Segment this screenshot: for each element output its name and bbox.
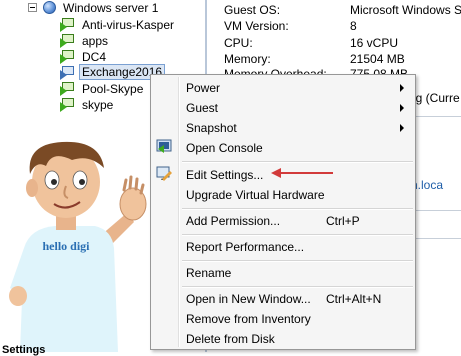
menu-item-add-permission[interactable]: Add Permission...	[186, 211, 280, 231]
memory-label: Memory:	[224, 52, 271, 66]
menu-item-report-performance[interactable]: Report Performance...	[186, 237, 304, 257]
host-label: Windows server 1	[63, 1, 159, 15]
menu-separator	[182, 208, 413, 210]
submenu-arrow-icon	[400, 104, 404, 112]
vm-icon	[60, 50, 75, 64]
vm-icon	[60, 18, 75, 32]
tree-vm-row[interactable]: apps	[60, 33, 200, 49]
mascot-shirt-text: hello digi	[42, 239, 90, 253]
menu-item-remove-from-inventory[interactable]: Remove from Inventory	[186, 309, 311, 329]
section-caption: Settings	[2, 344, 46, 356]
vm-label: Anti-virus-Kasper	[82, 18, 175, 32]
menu-item-delete-from-disk[interactable]: Delete from Disk	[186, 329, 275, 349]
vm-version-label: VM Version:	[224, 19, 289, 33]
vm-state-text: ng (Curre	[409, 91, 460, 105]
menu-item-edit-settings[interactable]: Edit Settings...	[186, 165, 263, 185]
vm-label: skype	[82, 98, 114, 112]
menu-item-open-console[interactable]: Open Console	[186, 138, 263, 158]
cpu-value: 16 vCPU	[350, 36, 399, 50]
edit-settings-icon	[156, 166, 172, 181]
vm-icon	[60, 82, 75, 96]
cpu-label: CPU:	[224, 36, 253, 50]
tree-vm-row[interactable]: DC4	[60, 49, 200, 65]
menu-item-snapshot[interactable]: Snapshot	[186, 118, 237, 138]
vm-context-menu: Power Guest Snapshot Open Console Edit S…	[150, 74, 416, 350]
tree-host-row[interactable]: Windows server 1	[28, 0, 198, 16]
vm-label: Pool-Skype	[82, 82, 144, 96]
tree-vm-row[interactable]: Anti-virus-Kasper	[60, 17, 200, 33]
vm-label: apps	[82, 34, 109, 48]
menu-item-open-new-window[interactable]: Open in New Window...	[186, 289, 311, 309]
menu-separator	[182, 260, 413, 262]
submenu-arrow-icon	[400, 84, 404, 92]
guest-os-value: Microsoft Windows Se	[350, 3, 461, 17]
console-icon	[156, 139, 172, 153]
add-permission-shortcut: Ctrl+P	[326, 214, 360, 228]
vm-icon	[60, 34, 75, 48]
menu-item-guest[interactable]: Guest	[186, 98, 218, 118]
menu-separator	[182, 161, 413, 163]
menu-item-upgrade-hardware[interactable]: Upgrade Virtual Hardware	[186, 185, 325, 205]
vm-version-value: 8	[350, 19, 357, 33]
memory-value: 21504 MB	[350, 52, 405, 66]
mascot-illustration: hello digi	[9, 141, 147, 352]
collapse-toggle-icon[interactable]	[28, 3, 37, 12]
menu-item-power[interactable]: Power	[186, 78, 220, 98]
menu-separator	[182, 234, 413, 236]
menu-separator	[182, 286, 413, 288]
menu-item-rename[interactable]: Rename	[186, 263, 231, 283]
submenu-arrow-icon	[400, 124, 404, 132]
open-new-window-shortcut: Ctrl+Alt+N	[326, 292, 382, 306]
guest-os-label: Guest OS:	[224, 3, 281, 17]
vm-label: DC4	[82, 50, 107, 64]
vm-icon	[60, 66, 75, 80]
annotation-arrow-icon	[271, 168, 333, 178]
host-icon	[43, 1, 56, 14]
vm-icon	[60, 98, 75, 112]
